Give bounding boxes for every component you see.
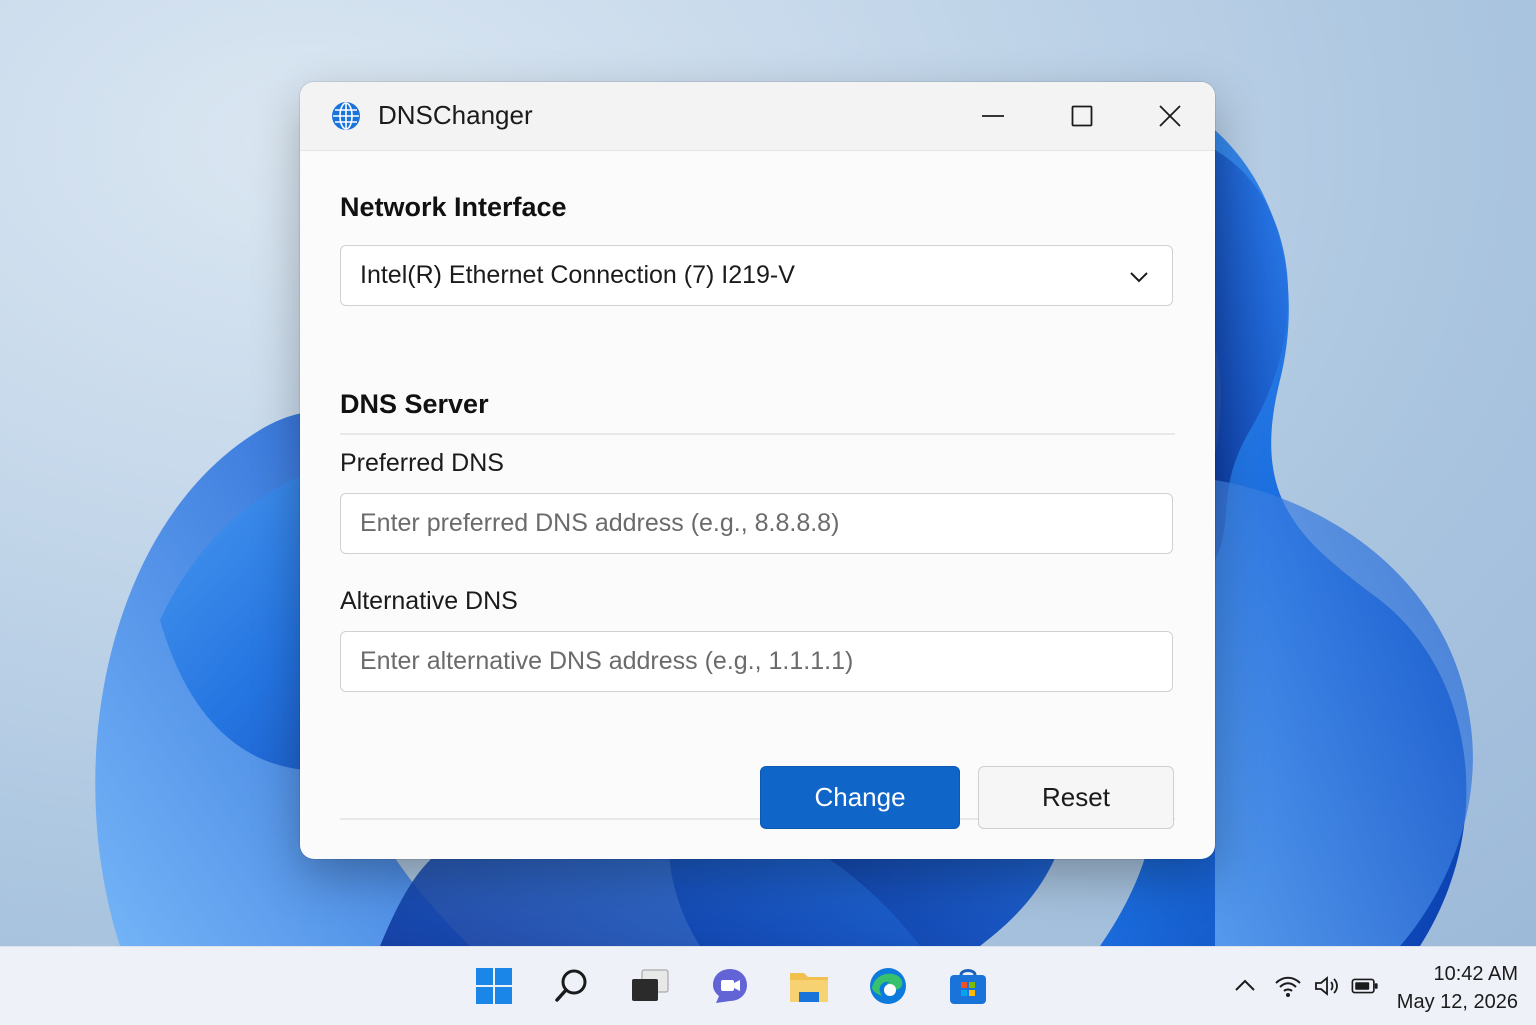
preferred-dns-label: Preferred DNS (340, 449, 504, 477)
alternative-dns-input[interactable]: Enter alternative DNS address (e.g., 1.1… (340, 631, 1173, 692)
clock[interactable]: 10:42 AM May 12, 2026 (1397, 960, 1518, 1016)
globe-icon (332, 102, 360, 130)
search-icon (555, 969, 587, 1002)
clock-time: 10:42 AM (1433, 963, 1518, 985)
close-icon (1159, 105, 1181, 127)
section-divider (340, 433, 1175, 435)
store-icon (950, 969, 986, 1004)
start-button[interactable] (474, 966, 514, 1006)
alternative-dns-label: Alternative DNS (340, 587, 518, 615)
start-icon (476, 968, 512, 1004)
speaker-icon (1315, 976, 1338, 996)
file-explorer-icon (790, 973, 828, 1002)
window-title: DNSChanger (378, 100, 533, 130)
battery-button[interactable] (1351, 973, 1379, 999)
taskbar: 10:42 AM May 12, 2026 (0, 946, 1536, 1025)
dns-server-heading: DNS Server (340, 389, 489, 419)
wifi-icon (1275, 976, 1301, 997)
network-interface-heading: Network Interface (340, 192, 567, 222)
chat-button[interactable] (710, 966, 750, 1006)
search-button[interactable] (552, 966, 592, 1006)
edge-icon (870, 968, 906, 1004)
alternative-dns-placeholder: Enter alternative DNS address (e.g., 1.1… (360, 647, 854, 675)
battery-icon (1351, 978, 1378, 994)
minimize-icon (982, 115, 1004, 117)
task-view-button[interactable] (630, 966, 670, 1006)
clock-date: May 12, 2026 (1396, 991, 1518, 1013)
wifi-button[interactable] (1274, 973, 1302, 999)
change-button[interactable]: Change (760, 766, 960, 829)
chevron-down-icon (1130, 272, 1148, 283)
maximize-icon (1071, 105, 1093, 127)
title-bar[interactable]: DNSChanger (300, 82, 1215, 151)
show-hidden-icons-button[interactable] (1231, 973, 1259, 999)
chat-icon (713, 969, 747, 1003)
maximize-button[interactable] (1052, 92, 1112, 140)
close-button[interactable] (1140, 92, 1200, 140)
chevron-up-icon (1235, 979, 1255, 991)
task-view-icon (632, 969, 669, 1001)
store-button[interactable] (948, 966, 988, 1006)
network-interface-dropdown[interactable]: Intel(R) Ethernet Connection (7) I219-V (340, 245, 1173, 306)
file-explorer-button[interactable] (789, 966, 829, 1006)
minimize-button[interactable] (963, 92, 1023, 140)
window-content: Network Interface Intel(R) Ethernet Conn… (300, 150, 1215, 859)
volume-button[interactable] (1313, 973, 1341, 999)
edge-button[interactable] (868, 966, 908, 1006)
dropdown-selected-value: Intel(R) Ethernet Connection (7) I219-V (360, 261, 795, 289)
dnschanger-window: DNSChanger Network Interface Intel(R) Et… (300, 82, 1215, 859)
preferred-dns-input[interactable]: Enter preferred DNS address (e.g., 8.8.8… (340, 493, 1173, 554)
preferred-dns-placeholder: Enter preferred DNS address (e.g., 8.8.8… (360, 509, 840, 537)
reset-button[interactable]: Reset (978, 766, 1174, 829)
